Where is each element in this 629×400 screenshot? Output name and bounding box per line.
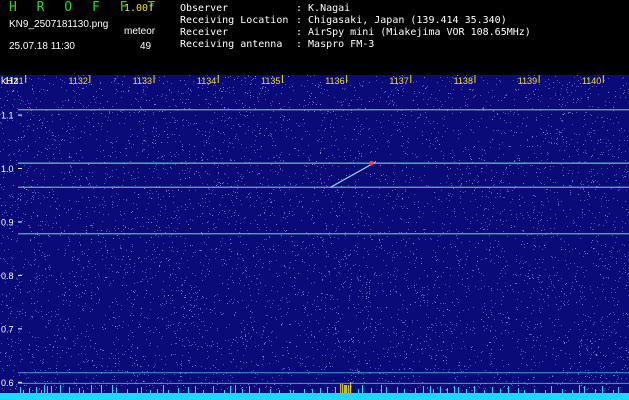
antenna-value: : Maspro FM-3: [296, 39, 375, 50]
x-tick-label: 1135: [261, 76, 280, 86]
y-tick-label: 1.0: [1, 164, 14, 174]
event-label: meteor: [124, 26, 156, 37]
x-tick-label: 1138: [454, 76, 473, 86]
x-tick-label: 1132: [68, 76, 87, 86]
x-tick-label: 1136: [325, 76, 344, 86]
version-label: 1.00f: [124, 3, 155, 14]
spectrogram-plot: 1131 1132 1133 1134 1135 1136 1137 1138 1139 1140…: [0, 75, 629, 400]
observer-key: Observer: [180, 3, 229, 14]
y-tick-label: 0.7: [1, 324, 14, 334]
floor-band: [0, 393, 629, 400]
antenna-key: Receiving antenna: [180, 39, 283, 50]
event-count: 49: [140, 41, 152, 52]
header-panel: H R O F F T 1.00f KN9_2507181130.png met…: [0, 0, 629, 75]
y-axis-unit: kHz: [1, 76, 18, 87]
y-tick-label: 1.1: [1, 111, 14, 121]
y-tick-label: 0.9: [1, 217, 14, 227]
receiver-key: Receiver: [180, 27, 229, 38]
y-tick-label: 0.8: [1, 271, 14, 281]
location-value: : Chigasaki, Japan (139.414 35.340): [296, 15, 507, 26]
meteor-head: [369, 160, 374, 166]
file-name: KN9_2507181130.png: [9, 19, 109, 30]
y-tick-label: 0.6: [1, 378, 14, 388]
receiver-value: : AirSpy mini (Miakejima VOR 108.65MHz): [296, 27, 531, 38]
x-tick-label: 1134: [197, 76, 216, 86]
date-time: 25.07.18 11:30: [9, 41, 75, 52]
location-key: Receiving Location: [180, 15, 289, 26]
x-tick-label: 1139: [518, 76, 537, 86]
spectrogram-background: [0, 75, 629, 400]
observer-value: : K.Nagai: [296, 3, 351, 14]
x-tick-label: 1133: [133, 76, 152, 86]
x-tick-label: 1140: [582, 76, 601, 86]
x-tick-label: 1137: [389, 76, 408, 86]
